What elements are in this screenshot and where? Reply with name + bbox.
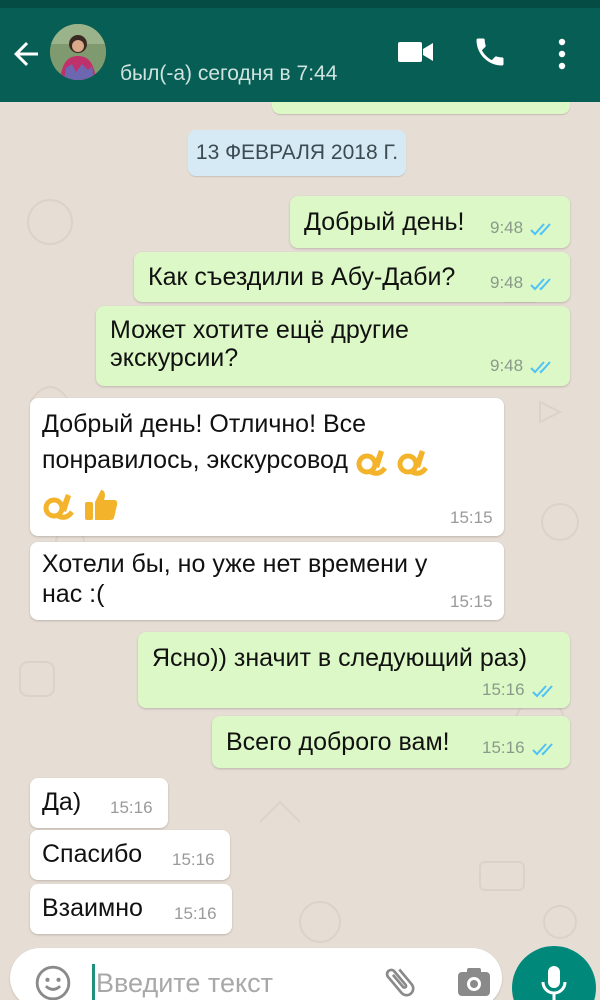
message-input[interactable]: Введите текст (10, 948, 502, 1000)
message-time: 15:16 (172, 850, 215, 869)
message-text: Взаимно (42, 894, 143, 922)
read-ticks-icon (531, 684, 553, 697)
message-time: 15:15 (450, 508, 493, 527)
message-incoming[interactable]: Добрый день! Отлично! Все понравилось, э… (30, 398, 504, 536)
message-text: Добрый день! (304, 208, 465, 236)
message-outgoing[interactable]: Ясно)) значит в следующий раз) 15:16 (138, 632, 570, 708)
message-time: 15:16 (110, 798, 153, 817)
ok-hand-emoji (397, 450, 428, 477)
message-outgoing[interactable]: Всего доброго вам! 15:16 (212, 716, 570, 768)
input-placeholder: Введите текст (96, 968, 273, 998)
message-outgoing[interactable]: Может хотите ещё другие экскурсии? 9:48 (96, 306, 570, 386)
chat-header: был(-а) сегодня в 7:44 (0, 0, 600, 102)
read-ticks-icon (530, 277, 551, 290)
message-text-line: Добрый день! Отлично! Все (42, 410, 367, 438)
thumbs-up-emoji (84, 490, 118, 521)
ok-hand-emoji (43, 494, 74, 521)
phone-icon[interactable] (472, 34, 508, 70)
message-text: Всего доброго вам! (226, 728, 450, 756)
read-ticks-icon (531, 742, 553, 755)
mic-button[interactable] (512, 946, 596, 1000)
back-arrow-icon[interactable] (8, 36, 44, 72)
message-incoming[interactable]: Хотели бы, но уже нет времени у нас :( 1… (30, 542, 504, 620)
message-time: 15:16 (174, 904, 217, 923)
message-text: понравилось, экскурсовод (42, 446, 348, 474)
message-time: 9:48 (490, 273, 557, 293)
message-text-line: нас :( (42, 580, 105, 608)
message-time: 9:48 (490, 218, 557, 238)
message-outgoing[interactable]: Как съездили в Абу-Даби? 9:48 (134, 252, 570, 302)
mic-icon (541, 966, 567, 1000)
previous-message-edge (272, 102, 570, 114)
message-outgoing[interactable]: Добрый день! 9:48 (290, 196, 570, 248)
message-text: Ясно)) значит в следующий раз) (152, 644, 528, 672)
emoji-icon[interactable] (34, 964, 72, 1000)
ok-hand-emoji (356, 450, 387, 477)
message-text: Как съездили в Абу-Даби? (148, 263, 456, 291)
read-ticks-icon (530, 222, 551, 235)
message-time: 15:16 (482, 738, 559, 758)
message-time: 15:16 (482, 680, 559, 700)
message-text-line: экскурсии? (110, 344, 239, 372)
date-chip: 13 ФЕВРАЛЯ 2018 Г. (188, 130, 406, 176)
compose-bar: Введите текст (0, 944, 600, 1000)
avatar[interactable] (50, 24, 106, 80)
text-cursor (92, 964, 95, 1000)
message-time: 15:15 (450, 592, 493, 611)
message-incoming[interactable]: Да) 15:16 (30, 778, 168, 828)
message-text-line: понравилось, экскурсовод (42, 442, 430, 478)
attach-icon[interactable] (380, 962, 420, 1000)
message-time: 9:48 (490, 356, 557, 376)
message-incoming[interactable]: Взаимно 15:16 (30, 884, 232, 934)
last-seen-status: был(-а) сегодня в 7:44 (120, 62, 338, 85)
message-incoming[interactable]: Спасибо 15:16 (30, 830, 230, 880)
message-text: Да) (42, 788, 82, 816)
message-text: Спасибо (42, 840, 143, 868)
camera-icon[interactable] (456, 966, 492, 998)
emoji-line (42, 486, 119, 522)
read-ticks-icon (530, 360, 551, 373)
video-call-icon[interactable] (396, 38, 436, 66)
more-vert-icon[interactable] (552, 34, 572, 74)
status-bar (0, 0, 600, 8)
avatar-image (50, 24, 106, 80)
